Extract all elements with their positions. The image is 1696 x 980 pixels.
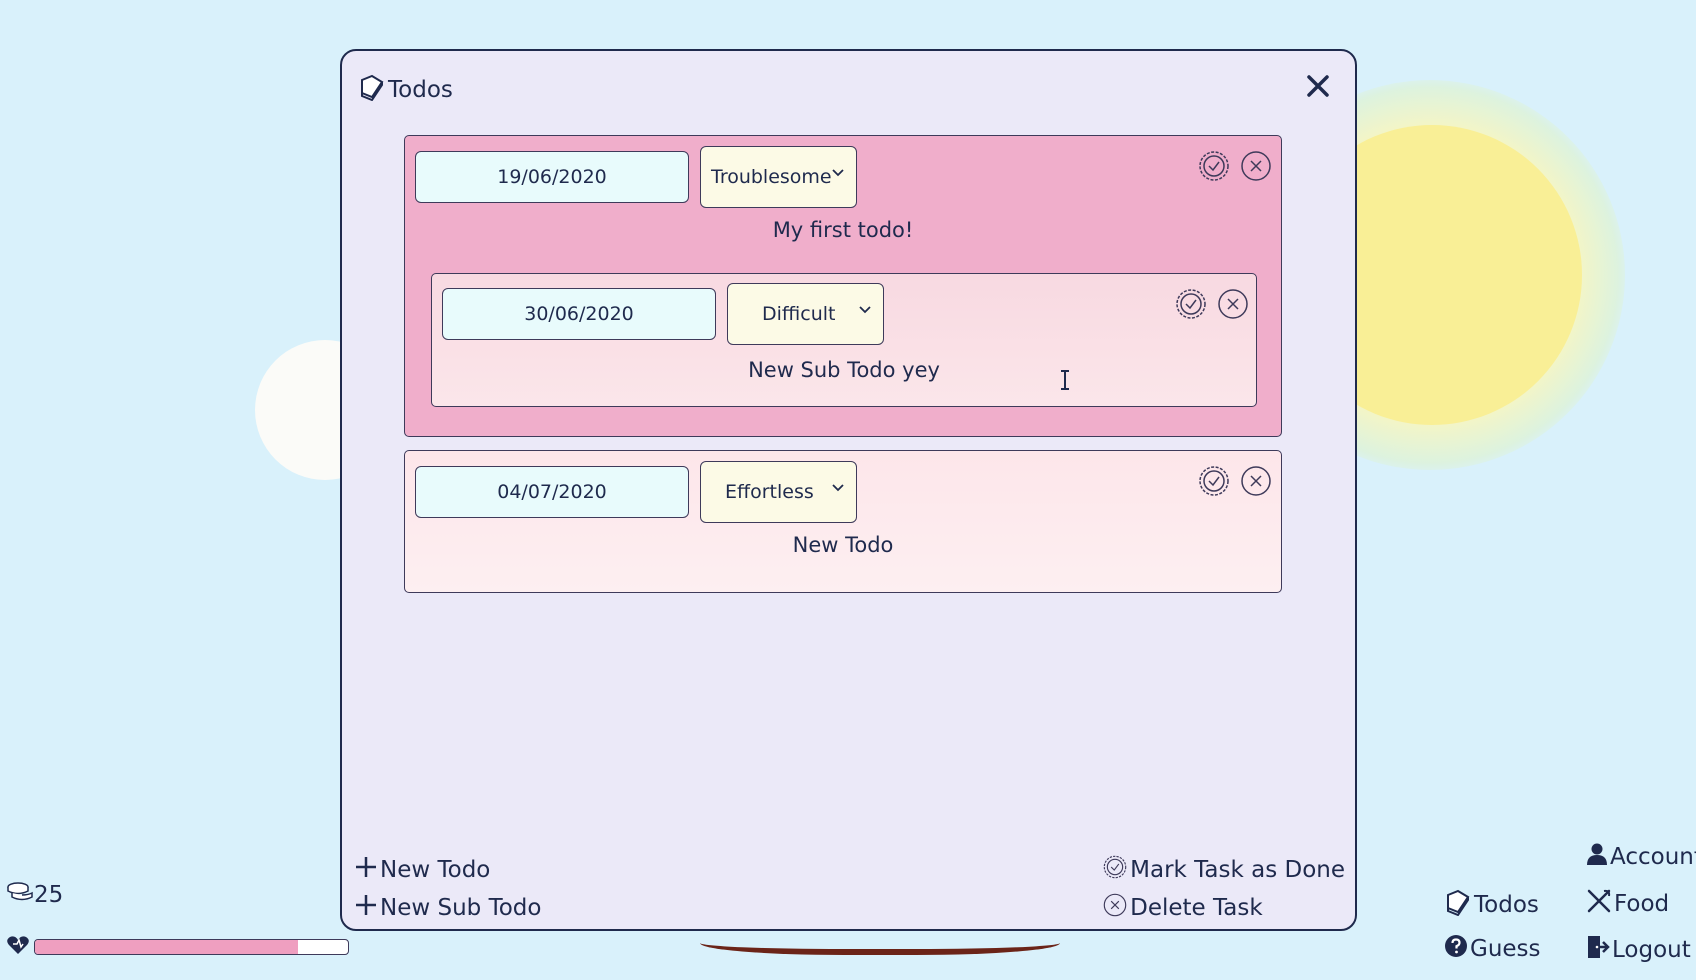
- text-cursor-icon: [1058, 369, 1072, 395]
- todos-modal: Todos 19/06/2020 Troublesome My first to…: [340, 49, 1357, 931]
- chevron-down-icon: [859, 298, 871, 320]
- nav-logout-label: Logout: [1612, 937, 1691, 963]
- mark-done-label: Mark Task as Done: [1130, 857, 1345, 883]
- health-bar: [6, 934, 349, 960]
- health-fill: [35, 940, 298, 954]
- coins-icon: [6, 880, 34, 910]
- nav-guess-label: Guess: [1470, 936, 1541, 962]
- question-icon: [1444, 934, 1468, 964]
- plus-icon: [354, 855, 378, 885]
- nav-food-label: Food: [1614, 891, 1670, 917]
- todo-card[interactable]: 04/07/2020 Effortless New Todo: [404, 450, 1282, 593]
- delete-task-legend: Delete Task: [1102, 889, 1345, 927]
- main-nav: Account Todos Food Guess Logout: [1434, 842, 1696, 980]
- date-field[interactable]: 30/06/2020: [442, 288, 716, 340]
- user-icon: [1586, 842, 1608, 872]
- nav-food[interactable]: Food: [1586, 888, 1669, 920]
- new-sub-todo-button[interactable]: New Sub Todo: [354, 889, 541, 927]
- todo-text[interactable]: New Todo: [405, 533, 1281, 557]
- nav-logout[interactable]: Logout: [1586, 934, 1691, 966]
- book-icon: [358, 73, 386, 107]
- difficulty-select[interactable]: Difficult: [727, 283, 884, 345]
- close-icon[interactable]: [1301, 69, 1335, 103]
- book-icon: [1444, 888, 1472, 922]
- heart-icon: [6, 934, 30, 960]
- date-value: 04/07/2020: [497, 481, 607, 503]
- difficulty-select[interactable]: Troublesome: [700, 146, 857, 208]
- todo-text[interactable]: My first todo!: [405, 218, 1281, 242]
- new-sub-todo-label: New Sub Todo: [380, 895, 542, 921]
- nav-todos-label: Todos: [1474, 892, 1539, 918]
- coin-counter: 25: [6, 880, 63, 910]
- nav-account[interactable]: Account: [1586, 842, 1696, 872]
- logout-icon: [1586, 934, 1610, 966]
- delete-task-button[interactable]: [1239, 464, 1273, 498]
- delete-task-button[interactable]: [1216, 287, 1250, 321]
- todo-card[interactable]: 19/06/2020 Troublesome My first todo! 30…: [404, 135, 1282, 437]
- chevron-down-icon: [832, 476, 844, 498]
- todo-text[interactable]: New Sub Todo yey: [432, 358, 1256, 382]
- nav-account-label: Account: [1610, 844, 1696, 870]
- new-todo-button[interactable]: New Todo: [354, 851, 541, 889]
- modal-header: Todos: [358, 73, 453, 107]
- nav-guess[interactable]: Guess: [1444, 934, 1541, 964]
- mark-done-button[interactable]: [1197, 464, 1231, 498]
- mark-done-button[interactable]: [1197, 149, 1231, 183]
- date-field[interactable]: 19/06/2020: [415, 151, 689, 203]
- date-value: 30/06/2020: [524, 303, 634, 325]
- footer-legend-right: Mark Task as Done Delete Task: [1102, 851, 1345, 927]
- difficulty-select[interactable]: Effortless: [700, 461, 857, 523]
- utensils-icon: [1586, 888, 1612, 920]
- date-field[interactable]: 04/07/2020: [415, 466, 689, 518]
- plus-icon: [354, 893, 378, 923]
- health-track: [34, 939, 349, 955]
- game-scene: Todos 19/06/2020 Troublesome My first to…: [0, 0, 1696, 980]
- footer-actions-left: New Todo New Sub Todo: [354, 851, 541, 927]
- nav-todos[interactable]: Todos: [1444, 888, 1539, 922]
- delete-task-button[interactable]: [1239, 149, 1273, 183]
- check-badge-icon: [1102, 854, 1128, 886]
- date-value: 19/06/2020: [497, 166, 607, 188]
- new-todo-label: New Todo: [380, 857, 491, 883]
- modal-title: Todos: [388, 77, 453, 103]
- delete-task-label: Delete Task: [1130, 895, 1263, 921]
- mark-done-button[interactable]: [1174, 287, 1208, 321]
- chevron-down-icon: [832, 161, 844, 183]
- coin-count: 25: [34, 882, 64, 908]
- delete-circle-icon: [1102, 892, 1128, 924]
- mark-done-legend: Mark Task as Done: [1102, 851, 1345, 889]
- sub-todo-card[interactable]: 30/06/2020 Difficult New Sub Todo yey: [431, 273, 1257, 407]
